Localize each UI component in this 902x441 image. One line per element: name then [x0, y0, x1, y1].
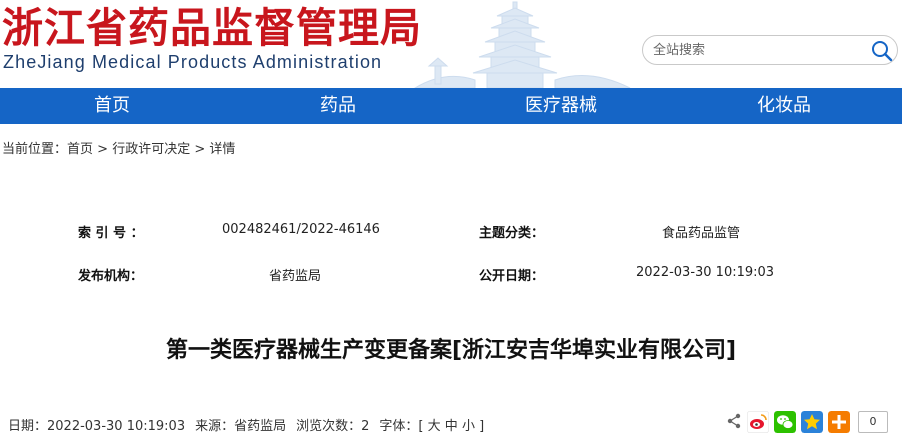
nav-item-home[interactable]: 首页	[94, 88, 130, 124]
font-size-large[interactable]: 大	[428, 419, 441, 434]
publisher-label: 发布机构：	[78, 269, 144, 284]
topic-category-label: 主题分类：	[479, 226, 545, 241]
article-info-bar: 日期：2022-03-30 10:19:03 来源：省药监局 浏览次数：2 字体：[ …	[8, 415, 484, 434]
publish-date-label: 公开日期：	[479, 269, 545, 284]
topic-category-value: 食品药品监管	[662, 226, 741, 241]
search-icon[interactable]	[871, 40, 893, 62]
nav-item-cosmetics[interactable]: 化妆品	[757, 88, 811, 124]
share-icon	[727, 413, 741, 429]
index-number-label: 索 引 号 ：	[78, 226, 144, 241]
index-number-value: 002482461/2022-46146	[222, 222, 380, 237]
search-input[interactable]	[653, 40, 853, 60]
info-views-value: 2	[361, 419, 370, 434]
pagoda-watermark-icon	[414, 1, 631, 88]
document-title: 第一类医疗器械生产变更备案[浙江安吉华埠实业有限公司]	[165, 338, 737, 363]
info-source-label: 来源：	[195, 419, 235, 434]
breadcrumb-separator: >	[97, 142, 109, 157]
breadcrumb-prefix: 当前位置：	[2, 142, 68, 157]
search-box	[642, 35, 898, 65]
font-size-medium[interactable]: 中	[445, 419, 458, 434]
publisher-value: 省药监局	[269, 269, 322, 284]
breadcrumb-licensing[interactable]: 行政许可决定	[112, 142, 190, 157]
info-views-label: 浏览次数：	[296, 419, 362, 434]
info-date-label: 日期：	[8, 419, 48, 434]
breadcrumb-home[interactable]: 首页	[67, 142, 93, 157]
info-date-value: 2022-03-30 10:19:03	[47, 419, 186, 434]
publish-date-value: 2022-03-30 10:19:03	[636, 265, 775, 280]
font-size-small[interactable]: 小	[462, 419, 475, 434]
site-header: 浙江省药品监督管理局 ZheJiang Medical Products Adm…	[0, 0, 902, 88]
info-source-value: 省药监局	[234, 419, 287, 434]
font-size-close: ]	[479, 419, 485, 434]
wechat-icon[interactable]	[774, 411, 796, 433]
breadcrumb: 当前位置：首页 > 行政许可决定 > 详情	[2, 138, 235, 157]
site-subtitle: ZheJiang Medical Products Administration	[3, 52, 383, 72]
site-title: 浙江省药品监督管理局	[2, 4, 422, 52]
nav-item-drugs[interactable]: 药品	[320, 88, 356, 124]
main-nav: 首页 药品 医疗器械 化妆品	[0, 88, 902, 124]
font-size-label: 字体：[	[379, 419, 424, 434]
breadcrumb-current: 详情	[209, 142, 236, 157]
qzone-icon[interactable]	[801, 411, 823, 433]
breadcrumb-separator: >	[194, 142, 206, 157]
weibo-icon[interactable]	[747, 411, 769, 433]
share-count: 0	[858, 411, 888, 433]
nav-item-medical-devices[interactable]: 医疗器械	[525, 88, 597, 124]
more-share-icon[interactable]	[828, 411, 850, 433]
